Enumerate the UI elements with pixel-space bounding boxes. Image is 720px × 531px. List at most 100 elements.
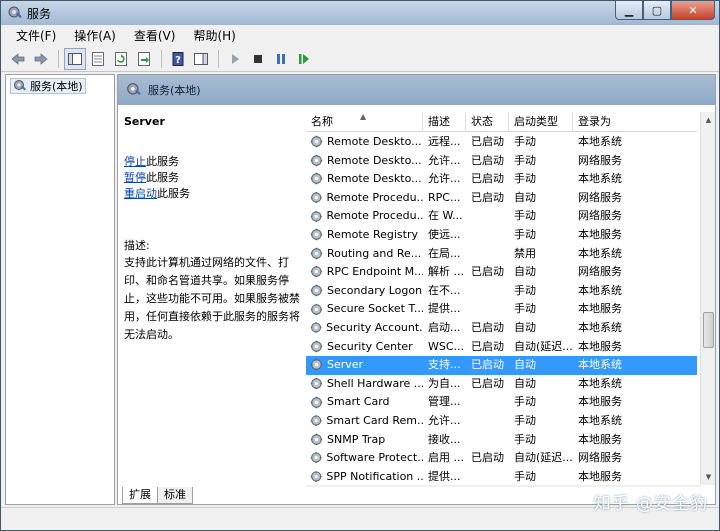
minimize-button[interactable]: ▁ [615,1,643,20]
tree-item-services-local[interactable]: 服务(本地) [10,78,86,94]
column-header-startup-type[interactable]: 启动类型 [509,112,573,132]
service-gear-icon [310,452,322,464]
forward-button[interactable] [30,48,52,70]
service-name-cell: Secondary Logon [306,282,423,301]
service-details: Server 停止此服务 暂停此服务 重启动此服务 描述: 支持此计算机通过网络… [124,115,304,344]
service-row[interactable]: Server 支持... 已启动 自动 本地系统 [306,356,697,375]
service-startup-type: 手动 [514,135,536,148]
stop-action: 停止此服务 [124,154,304,170]
column-header-description[interactable]: 描述 [423,112,466,132]
help-button[interactable]: ? [167,48,189,70]
service-logon-as: 网络服务 [578,190,622,204]
column-header-name[interactable]: ▲ 名称 [306,112,423,132]
service-logon-as: 本地服务 [578,395,622,409]
service-name: Server [327,358,364,372]
service-row[interactable]: Security Account... 启动... 已启动 自动 本地系统 [306,319,697,338]
service-row[interactable]: Remote Deskto... 远程... 已启动 手动 本地系统 [306,133,697,152]
service-row[interactable]: Security Center WSC... 已启动 自动(延迟... 本地服务 [306,338,697,357]
column-header-logon-as[interactable]: 登录为 [573,112,697,132]
menu-bar: 文件(F) 操作(A) 查看(V) 帮助(H) [1,25,719,46]
service-logon-as: 本地系统 [578,358,622,372]
scroll-down-icon[interactable]: ▼ [701,469,716,485]
back-button[interactable] [7,48,29,70]
horizontal-scrollbar[interactable] [306,485,700,487]
show-action-pane-button[interactable] [190,48,212,70]
scroll-up-icon[interactable]: ▲ [701,112,716,128]
tab-standard[interactable]: 标准 [157,487,193,504]
sort-ascending-icon: ▲ [360,112,367,121]
maximize-button[interactable]: ▢ [643,1,671,20]
restart-service-link[interactable]: 重启动 [124,187,157,200]
service-row[interactable]: SNMP Trap 接收... 手动 本地服务 [306,431,697,450]
service-gear-icon [310,359,323,371]
service-gear-icon [310,377,323,390]
service-name-cell: Routing and Re... [306,245,423,264]
tab-extended[interactable]: 扩展 [122,487,158,504]
service-gear-icon [310,340,323,353]
start-service-button[interactable] [224,48,246,70]
service-logon-as: 本地系统 [578,320,622,334]
service-startup-type: 禁用 [514,246,536,260]
service-row[interactable]: Smart Card 管理... 手动 本地服务 [306,393,697,412]
pause-service-button[interactable] [270,48,292,70]
service-name-cell: Remote Registry [306,226,423,245]
pause-action: 暂停此服务 [124,170,304,186]
pause-service-link[interactable]: 暂停 [124,171,146,184]
service-row[interactable]: RPC Endpoint M... 解析 ... 已启动 自动 网络服务 [306,263,697,282]
service-startup-type: 自动 [514,190,536,204]
menu-view[interactable]: 查看(V) [125,27,185,44]
service-startup-type: 自动(延迟... [514,339,573,353]
service-description: 允许... [428,172,461,186]
service-status: 已启动 [471,172,504,186]
show-console-tree-button[interactable] [64,47,86,70]
service-row[interactable]: Remote Procedu... RPC... 已启动 自动 网络服务 [306,189,697,208]
service-name: Remote Procedu... [326,209,423,223]
service-row[interactable]: Software Protect... 启用 ... 已启动 自动(延迟... 网络服务 [306,449,697,468]
service-status: 已启动 [471,358,504,372]
service-description: 远程... [428,135,461,148]
title-bar[interactable]: 服务 ▁ ▢ ✕ [1,1,719,25]
service-row[interactable]: Remote Deskto... 允许... 已启动 手动 本地系统 [306,170,697,189]
stop-service-button[interactable] [247,48,269,70]
tree-item-label: 服务(本地) [30,80,83,93]
service-logon-as: 本地服务 [578,432,622,446]
list-header: ▲ 名称 描述 状态 启动类型 登录为 [306,112,697,132]
refresh-button[interactable] [110,48,132,70]
service-row[interactable]: Remote Procedu... 在 W... 手动 网络服务 [306,207,697,226]
service-startup-type: 手动 [514,302,536,316]
properties-view-button[interactable] [87,48,109,70]
export-list-button[interactable] [133,48,155,70]
column-header-status[interactable]: 状态 [466,112,509,132]
back-arrow-icon [11,52,25,65]
scroll-thumb[interactable] [703,312,714,348]
close-button[interactable]: ✕ [671,1,715,20]
service-name-cell: Smart Card [306,393,423,412]
refresh-icon [115,51,127,66]
menu-help[interactable]: 帮助(H) [184,27,244,44]
stop-service-link[interactable]: 停止 [124,155,146,168]
service-logon-as: 本地服务 [578,302,622,316]
service-logon-as: 本地系统 [578,135,622,148]
service-logon-as: 本地系统 [578,283,622,297]
restart-service-button[interactable] [293,48,315,70]
menu-file[interactable]: 文件(F) [7,27,65,44]
service-row[interactable]: SPP Notification ... 提供... 手动 本地服务 [306,468,697,485]
service-row[interactable]: Routing and Re... 在局... 禁用 本地系统 [306,245,697,264]
service-row[interactable]: Secure Socket T... 提供... 手动 本地服务 [306,300,697,319]
service-row[interactable]: Remote Registry 使远... 手动 本地服务 [306,226,697,245]
service-description: 提供... [428,469,461,483]
services-window: 服务 ▁ ▢ ✕ 文件(F) 操作(A) 查看(V) 帮助(H) ? 服务(本地… [0,0,720,531]
menu-action[interactable]: 操作(A) [65,27,125,44]
service-row[interactable]: Remote Deskto... 允许... 已启动 手动 网络服务 [306,152,697,171]
service-gear-icon [310,415,322,427]
service-row[interactable]: Secondary Logon 在不... 手动 本地系统 [306,282,697,301]
stop-icon [254,54,262,63]
service-startup-type: 自动 [514,376,536,390]
service-gear-icon [310,210,322,222]
service-logon-as: 本地服务 [578,227,622,241]
service-gear-icon [310,433,323,445]
vertical-scrollbar[interactable]: ▲ ▼ [700,112,715,485]
service-row[interactable]: Smart Card Rem... 允许... 手动 本地系统 [306,412,697,431]
services-rows: Remote Deskto... 远程... 已启动 手动 本地系统 Remote Des… [306,133,697,485]
service-row[interactable]: Shell Hardware ... 为自... 已启动 自动 本地系统 [306,375,697,394]
